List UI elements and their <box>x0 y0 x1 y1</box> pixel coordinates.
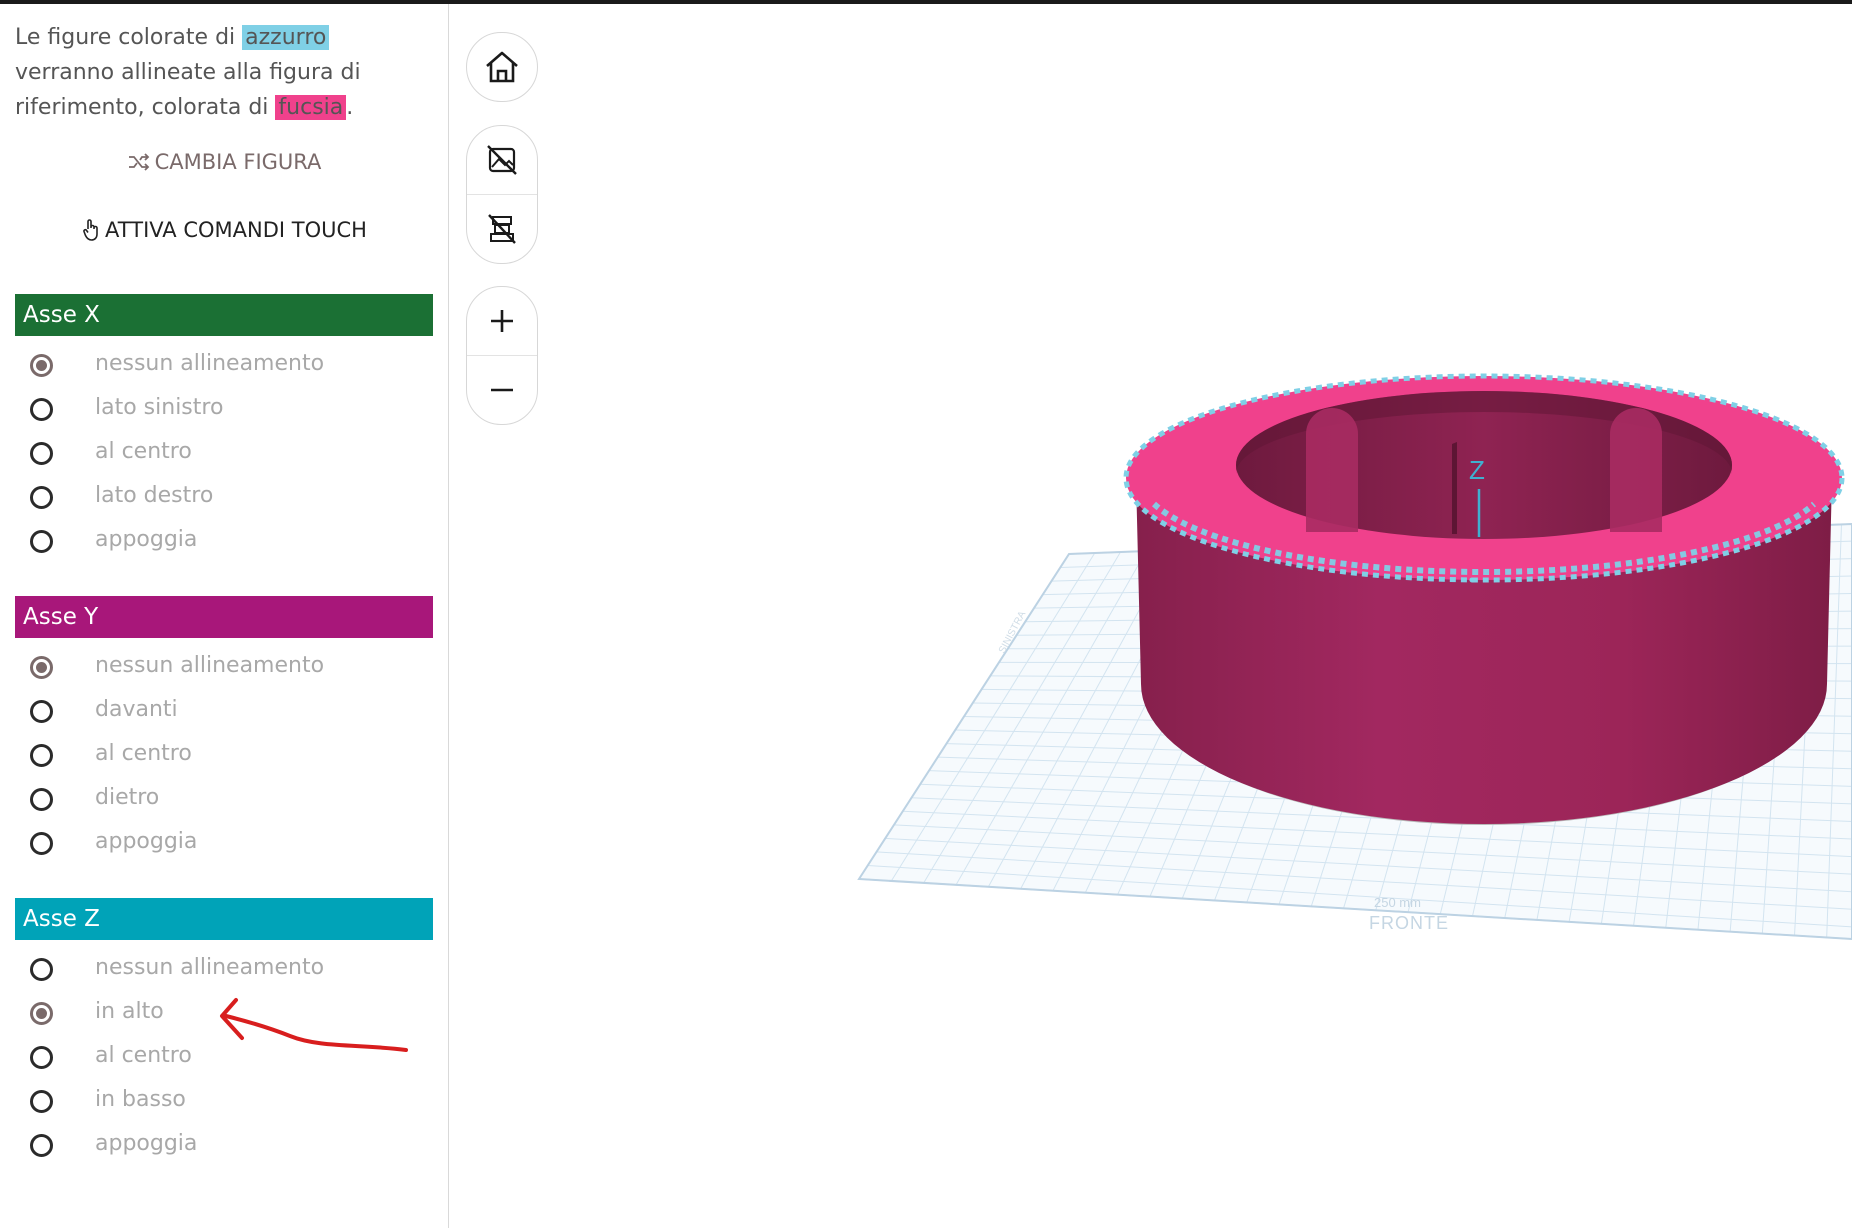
radio-button[interactable] <box>30 1046 53 1069</box>
radio-button[interactable] <box>30 1002 53 1025</box>
option-label: appoggia <box>95 829 198 854</box>
option-label: dietro <box>95 785 160 810</box>
axis-x-option-nessun-allineamento[interactable]: nessun allineamento <box>15 344 433 388</box>
axis-y-option-davanti[interactable]: davanti <box>15 690 433 734</box>
intro-part-1: Le figure colorate di <box>15 25 243 50</box>
radio-button[interactable] <box>30 832 53 855</box>
cambia-figura-button[interactable]: CAMBIA FIGURA <box>0 150 448 174</box>
radio-button[interactable] <box>30 700 53 723</box>
option-label: lato destro <box>95 483 214 508</box>
radio-button[interactable] <box>30 656 53 679</box>
axis-z-option-nessun-allineamento[interactable]: nessun allineamento <box>15 948 433 992</box>
radio-button[interactable] <box>30 744 53 767</box>
intro-text: Le figure colorate di azzurro verranno a… <box>15 20 435 125</box>
option-label: lato sinistro <box>95 395 224 420</box>
radio-button[interactable] <box>30 398 53 421</box>
axis-x-option-al-centro[interactable]: al centro <box>15 432 433 476</box>
plate-size-label: 250 mm <box>1374 895 1421 910</box>
axis-z-option-appoggia[interactable]: appoggia <box>15 1124 433 1168</box>
option-label: al centro <box>95 1043 192 1068</box>
radio-button[interactable] <box>30 442 53 465</box>
axis-y-option-nessun-allineamento[interactable]: nessun allineamento <box>15 646 433 690</box>
radio-button[interactable] <box>30 354 53 377</box>
option-label: nessun allineamento <box>95 351 325 376</box>
option-label: appoggia <box>95 1131 198 1156</box>
axis-x-option-lato-sinistro[interactable]: lato sinistro <box>15 388 433 432</box>
axis-y-header: Asse Y <box>15 596 433 638</box>
option-label: appoggia <box>95 527 198 552</box>
touch-hand-icon <box>83 219 98 241</box>
option-label: davanti <box>95 697 178 722</box>
radio-button[interactable] <box>30 958 53 981</box>
axis-x-option-appoggia[interactable]: appoggia <box>15 520 433 564</box>
radio-button[interactable] <box>30 530 53 553</box>
axis-z-option-in-basso[interactable]: in basso <box>15 1080 433 1124</box>
axis-y-options: nessun allineamento davanti al centro di… <box>15 646 433 866</box>
axis-y-panel: Asse Y nessun allineamento davanti al ce… <box>15 596 433 866</box>
axis-y-option-appoggia[interactable]: appoggia <box>15 822 433 866</box>
option-label: in basso <box>95 1087 186 1112</box>
z-axis-label: Z <box>1469 455 1485 485</box>
radio-button[interactable] <box>30 788 53 811</box>
axis-z-header: Asse Z <box>15 898 433 940</box>
pink-cylinder <box>1123 373 1845 824</box>
3d-viewport[interactable]: 250 mm FRONTE SINISTRA Z <box>449 4 1852 1228</box>
highlight-fucsia: fucsia <box>275 95 347 120</box>
option-label: al centro <box>95 741 192 766</box>
attiva-comandi-touch-label: ATTIVA COMANDI TOUCH <box>105 218 367 242</box>
red-arrow-annotation-icon <box>220 998 408 1052</box>
axis-y-option-al-centro[interactable]: al centro <box>15 734 433 778</box>
axis-x-options: nessun allineamento lato sinistro al cen… <box>15 344 433 564</box>
inner-peg-right <box>1610 408 1662 532</box>
radio-button[interactable] <box>30 1090 53 1113</box>
sidebar: Le figure colorate di azzurro verranno a… <box>0 4 449 1228</box>
3d-scene: 250 mm FRONTE SINISTRA Z <box>857 373 1852 941</box>
intro-part-3: . <box>346 95 354 120</box>
option-label: nessun allineamento <box>95 955 325 980</box>
shuffle-icon <box>128 153 149 171</box>
attiva-comandi-touch-button[interactable]: ATTIVA COMANDI TOUCH <box>0 218 448 242</box>
axis-x-option-lato-destro[interactable]: lato destro <box>15 476 433 520</box>
option-label: al centro <box>95 439 192 464</box>
cambia-figura-label: CAMBIA FIGURA <box>154 150 322 174</box>
inner-peg-left <box>1306 408 1358 532</box>
radio-button[interactable] <box>30 1134 53 1157</box>
highlight-azzurro: azzurro <box>242 25 330 50</box>
radio-button[interactable] <box>30 486 53 509</box>
axis-y-option-dietro[interactable]: dietro <box>15 778 433 822</box>
axis-x-header: Asse X <box>15 294 433 336</box>
option-label: in alto <box>95 999 164 1024</box>
option-label: nessun allineamento <box>95 653 325 678</box>
plate-front-label: FRONTE <box>1369 913 1449 933</box>
axis-x-panel: Asse X nessun allineamento lato sinistro… <box>15 294 433 564</box>
